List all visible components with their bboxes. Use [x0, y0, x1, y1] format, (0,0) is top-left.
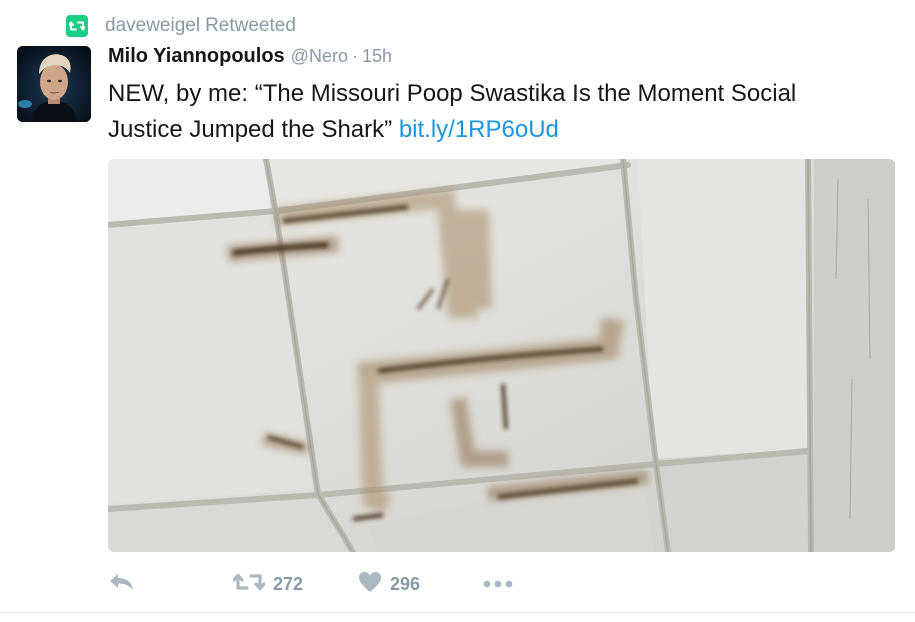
tweet-header: Milo Yiannopoulos @Nero · 15h — [108, 45, 392, 75]
author-name[interactable]: Milo Yiannopoulos — [108, 45, 285, 68]
retweet-button[interactable]: 272 — [232, 566, 358, 602]
tweet-divider — [0, 612, 915, 613]
tweet-text: NEW, by me: “The Missouri Poop Swastika … — [108, 76, 868, 148]
tweet-link[interactable]: bit.ly/1RP6oUd — [399, 116, 559, 143]
retweet-count: 272 — [273, 573, 304, 594]
retweet-icon — [66, 15, 88, 37]
author-handle[interactable]: @Nero — [291, 46, 348, 67]
more-button[interactable] — [483, 566, 533, 602]
more-icon — [483, 575, 513, 593]
reply-icon — [108, 572, 136, 597]
retweeted-label: Retweeted — [205, 15, 296, 36]
retweet-context: daveweigel Retweeted — [66, 12, 296, 40]
heart-icon — [358, 571, 382, 598]
header-separator: · — [351, 46, 358, 66]
tweet-actions: 272 296 — [108, 566, 533, 602]
like-button[interactable]: 296 — [358, 566, 483, 602]
retweet-icon — [232, 572, 266, 597]
like-count: 296 — [390, 573, 421, 594]
avatar[interactable] — [17, 46, 91, 122]
reply-button[interactable] — [108, 566, 233, 602]
tweet-timestamp[interactable]: 15h — [362, 46, 392, 67]
retweeter-name[interactable]: daveweigel — [105, 15, 200, 37]
tweet-photo[interactable] — [108, 159, 895, 552]
